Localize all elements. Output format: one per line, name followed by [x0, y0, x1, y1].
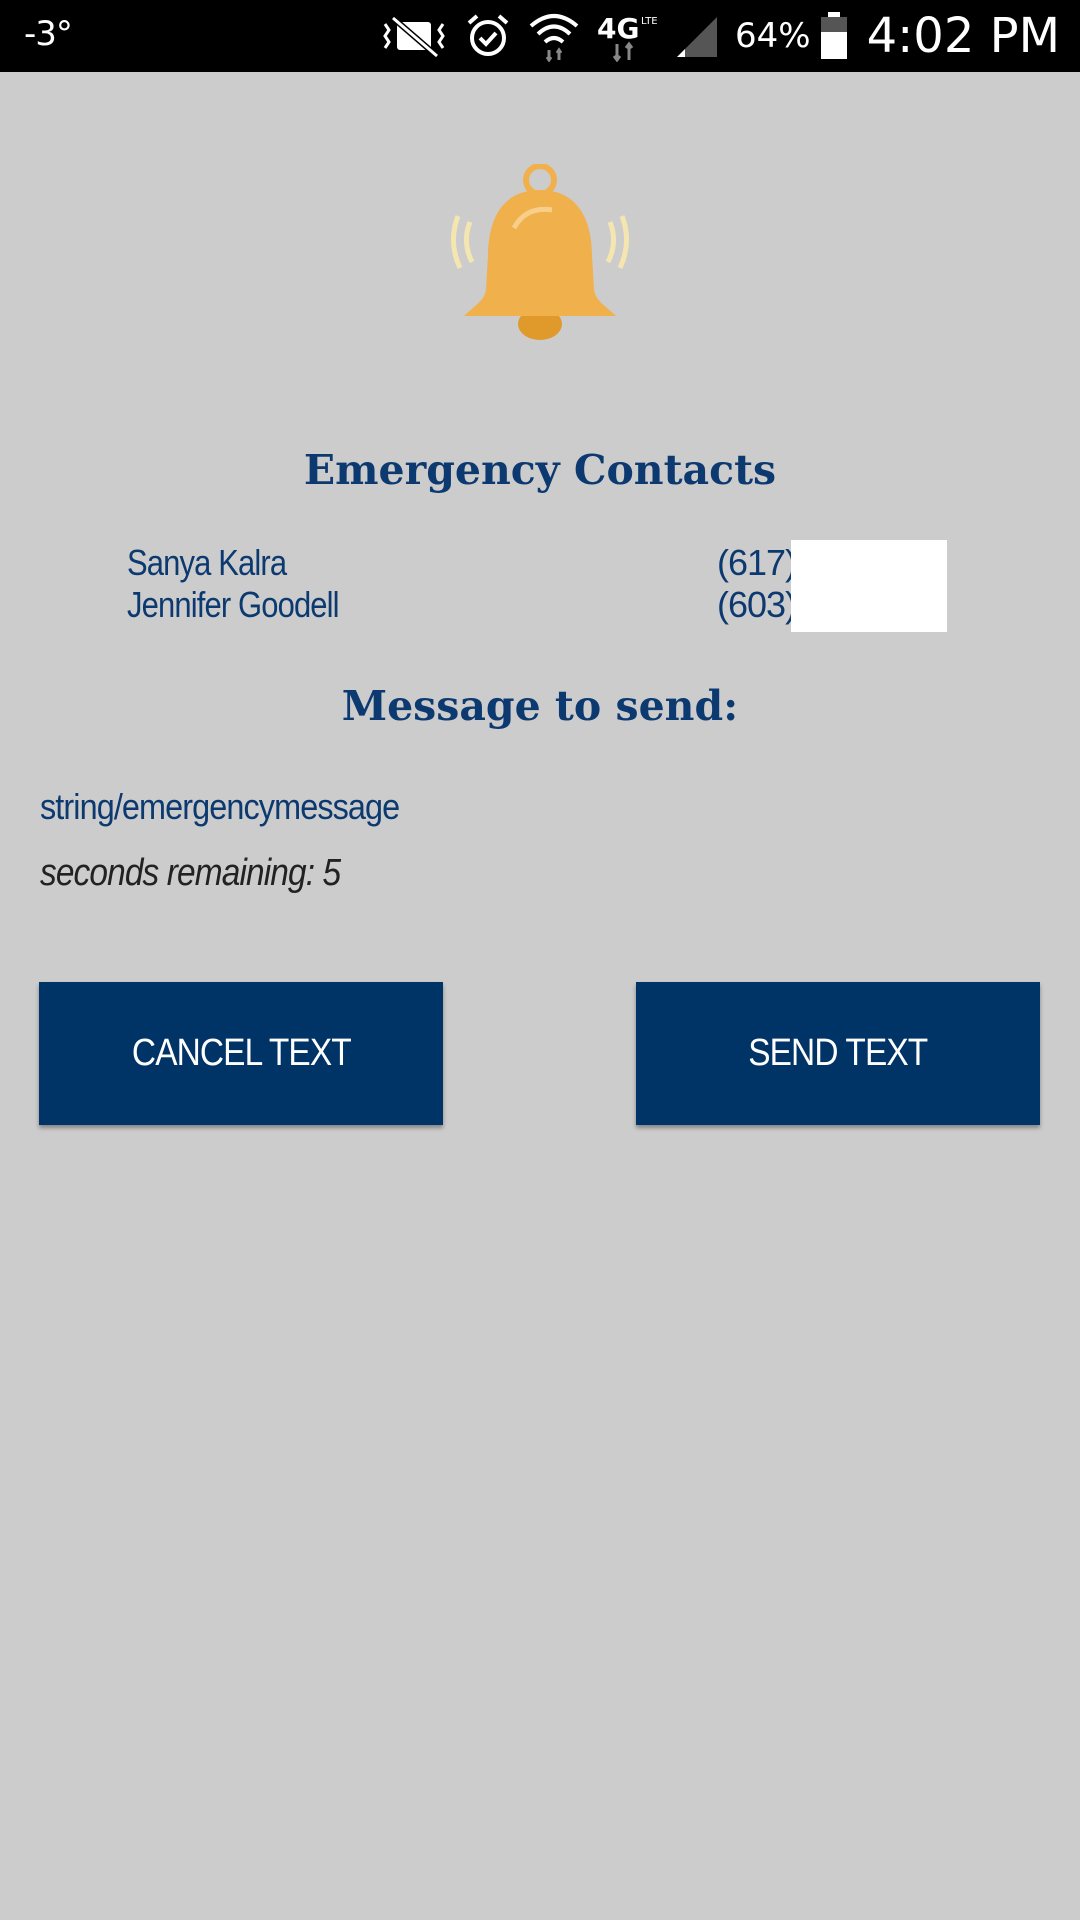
status-icons: 4G LTE 64% 4:02 PM — [363, 0, 1060, 72]
battery-percent: 64% — [735, 16, 811, 56]
status-time: 4:02 PM — [866, 8, 1060, 64]
send-text-label: SEND TEXT — [748, 1032, 928, 1074]
contact-phone: (603) — [717, 584, 797, 625]
contact-name: Jennifer Goodell — [127, 584, 340, 625]
svg-text:4G: 4G — [597, 12, 639, 45]
weather-temperature: -3° — [24, 14, 73, 54]
bell-icon — [440, 163, 640, 344]
redacted-phone-block — [791, 540, 947, 632]
message-body: string/emergencymessage — [40, 786, 400, 827]
4g-lte-icon: 4G LTE — [597, 10, 657, 62]
send-text-button[interactable]: SEND TEXT — [636, 982, 1040, 1125]
countdown-text: seconds remaining: 5 — [40, 852, 341, 894]
battery-icon — [819, 12, 849, 60]
signal-icon — [673, 13, 721, 59]
contact-phone: (617) — [717, 542, 797, 583]
contact-name: Sanya Kalra — [127, 542, 287, 583]
svg-text:LTE: LTE — [641, 16, 657, 27]
alarm-icon — [465, 13, 511, 59]
message-to-send-title: Message to send: — [341, 682, 739, 730]
cancel-text-button[interactable]: CANCEL TEXT — [39, 982, 443, 1125]
wifi-icon — [527, 10, 581, 62]
vibrate-mute-icon — [379, 14, 449, 58]
emergency-contacts-title: Emergency Contacts — [303, 446, 777, 494]
status-bar: -3° 4G LTE 64% 4:02 PM — [0, 0, 1080, 72]
cancel-text-label: CANCEL TEXT — [131, 1032, 352, 1074]
